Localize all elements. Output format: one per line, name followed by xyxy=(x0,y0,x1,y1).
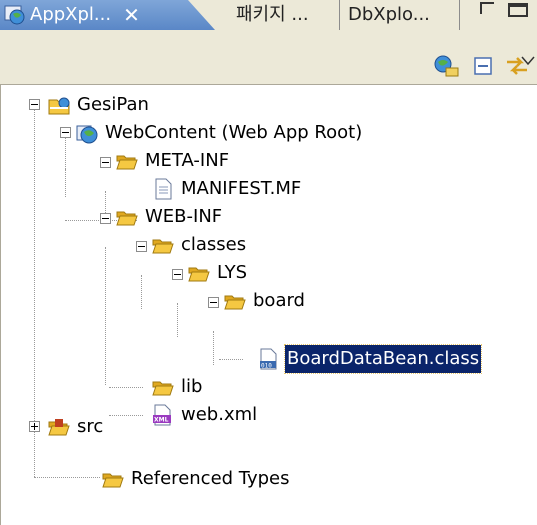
svg-text:010: 010 xyxy=(261,363,272,370)
folder-open-icon xyxy=(116,155,138,170)
folder-open-icon xyxy=(224,295,246,310)
tab-label: DbXplo... xyxy=(348,4,430,25)
tree-item-label: WEB-INF xyxy=(145,206,223,227)
link-with-editor-icon[interactable] xyxy=(432,52,460,80)
tree-guide xyxy=(141,275,142,309)
svg-text:XML: XML xyxy=(154,417,169,424)
tab-label: 패키지 ... xyxy=(236,4,309,25)
tree-item-label: META-INF xyxy=(145,150,230,171)
source-folder-icon xyxy=(48,419,70,436)
collapse-toggle[interactable] xyxy=(29,99,40,110)
collapse-toggle[interactable] xyxy=(100,213,111,224)
tree-guide xyxy=(177,303,178,337)
tree-guide xyxy=(65,169,66,197)
view-toolbar xyxy=(0,30,537,85)
tree-item-label: board xyxy=(253,290,305,311)
close-icon[interactable]: ✕ xyxy=(123,3,140,27)
collapse-toggle[interactable] xyxy=(172,269,183,280)
web-app-globe-icon xyxy=(4,5,25,25)
folder-open-icon xyxy=(188,267,210,282)
tab-dbxplorer[interactable]: DbXplo... xyxy=(342,0,460,30)
tree-guide xyxy=(109,387,143,388)
maximize-icon[interactable] xyxy=(508,3,528,17)
tree-item-label: lib xyxy=(181,376,203,397)
collapse-all-icon[interactable] xyxy=(470,52,498,80)
collapse-toggle[interactable] xyxy=(100,157,111,168)
xml-file-icon: XML xyxy=(153,404,171,426)
view-menu-icon[interactable] xyxy=(521,56,535,66)
view-tab-bar: AppXpl... ✕ 패키지 ... DbXplo... xyxy=(0,0,537,30)
tree-guide xyxy=(34,107,35,429)
tree-item-label: src xyxy=(77,416,104,437)
folder-open-icon xyxy=(152,381,174,396)
tree-item-label: Referenced Types xyxy=(131,468,290,489)
collapse-toggle[interactable] xyxy=(208,297,219,308)
tree-item-label: web.xml xyxy=(181,404,258,425)
collapse-toggle[interactable] xyxy=(136,241,147,252)
tree-guide xyxy=(219,359,243,360)
collapse-toggle[interactable] xyxy=(60,127,71,138)
tree-guide xyxy=(105,247,106,385)
class-file-icon: 010 xyxy=(260,348,277,370)
tree-guide xyxy=(34,425,35,477)
tab-package-explorer[interactable]: 패키지 ... xyxy=(226,0,340,30)
tab-appxplorer[interactable]: AppXpl... ✕ xyxy=(0,0,215,30)
tree-item-label: classes xyxy=(181,234,247,255)
folder-open-icon xyxy=(102,473,124,488)
tree-guide xyxy=(65,135,66,169)
tree-item-label: MANIFEST.MF xyxy=(181,178,302,199)
tree-guide xyxy=(213,331,214,365)
tree-item-label: LYS xyxy=(217,262,248,283)
tree-item-label: BoardDataBean.class xyxy=(283,344,483,374)
folder-open-icon xyxy=(152,239,174,254)
tree-guide xyxy=(34,477,100,478)
tree-item-label: WebContent (Web App Root) xyxy=(105,122,363,143)
text-file-icon xyxy=(155,178,172,200)
tree-guide xyxy=(109,415,143,416)
minimize-icon[interactable] xyxy=(478,2,496,16)
project-tree: GesiPan WebContent (Web App Root) META-I… xyxy=(0,85,537,525)
tree-item-label: GesiPan xyxy=(77,94,149,115)
expand-toggle[interactable] xyxy=(29,421,40,432)
web-root-icon xyxy=(76,125,98,144)
folder-open-icon xyxy=(116,211,138,226)
project-icon xyxy=(48,97,70,115)
tab-label: AppXpl... xyxy=(30,4,112,25)
